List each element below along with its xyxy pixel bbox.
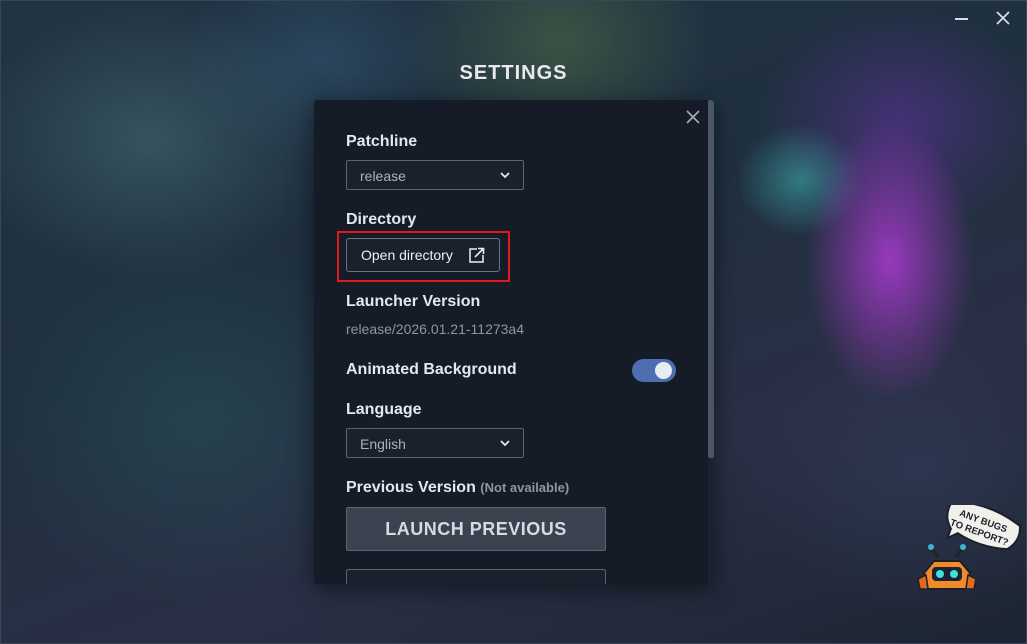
open-directory-button[interactable]: Open directory <box>346 238 500 272</box>
open-directory-label: Open directory <box>361 247 453 263</box>
close-button[interactable] <box>993 8 1013 28</box>
patchline-value: release <box>360 168 406 184</box>
bug-mascot-icon: ANY BUGS TO REPORT? <box>917 500 1021 590</box>
chevron-down-icon <box>500 440 510 447</box>
page-title: SETTINGS <box>459 62 568 84</box>
window-controls <box>951 8 1013 28</box>
launcher-version-value: release/2026.01.21-11273a4 <box>346 321 525 337</box>
previous-version-title: Previous Version <box>346 479 476 496</box>
previous-version-label: Previous Version (Not available) <box>346 479 569 497</box>
language-select[interactable]: English <box>346 428 524 458</box>
previous-version-status: (Not available) <box>480 480 570 495</box>
patchline-select[interactable]: release <box>346 160 524 190</box>
chevron-down-icon <box>500 172 510 179</box>
settings-panel: Patchline release Directory Open directo… <box>314 100 714 584</box>
minimize-icon <box>954 18 968 20</box>
launcher-version-label: Launcher Version <box>346 293 481 310</box>
patchline-label: Patchline <box>346 133 418 150</box>
panel-close-button[interactable] <box>684 109 702 127</box>
animated-background-toggle[interactable] <box>632 359 676 382</box>
language-value: English <box>360 436 406 452</box>
scrollbar-thumb[interactable] <box>708 100 714 458</box>
close-icon <box>686 110 700 124</box>
next-setting-field[interactable] <box>346 569 606 584</box>
minimize-button[interactable] <box>951 8 971 28</box>
language-label: Language <box>346 401 422 418</box>
toggle-knob <box>655 362 672 379</box>
external-link-icon <box>469 247 485 263</box>
directory-label: Directory <box>346 211 417 228</box>
close-icon <box>996 11 1010 25</box>
scrollbar[interactable] <box>708 100 714 584</box>
bug-report-button[interactable]: ANY BUGS TO REPORT? <box>910 500 1026 597</box>
launch-previous-button[interactable]: LAUNCH PREVIOUS <box>346 507 606 551</box>
animated-background-label: Animated Background <box>346 361 517 378</box>
